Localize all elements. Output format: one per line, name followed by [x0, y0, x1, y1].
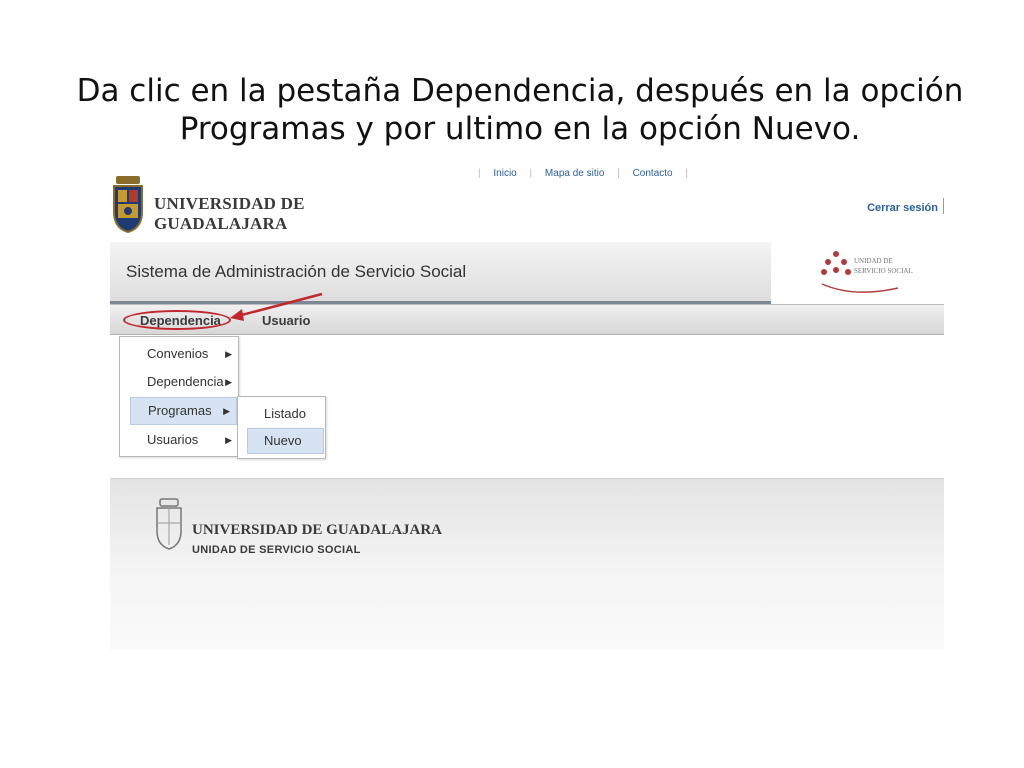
unit-logo: UNIDAD DE SERVICIO SOCIAL — [810, 242, 944, 304]
chevron-right-icon: ▶ — [225, 435, 232, 445]
logout-link[interactable]: Cerrar sesión — [867, 202, 938, 214]
app-screenshot: | Inicio | Mapa de sitio | Contacto | UN… — [110, 168, 944, 650]
slide-instruction: Da clic en la pestaña Dependencia, despu… — [76, 73, 964, 147]
chevron-right-icon: ▶ — [225, 377, 232, 387]
university-logo: UNIVERSIDAD DE GUADALAJARA — [110, 170, 350, 236]
dependencia-dropdown: Convenios ▶ Dependencia ▶ Programas ▶ Us… — [119, 336, 239, 457]
university-name: UNIVERSIDAD DE GUADALAJARA — [154, 194, 305, 233]
footer-unit-name: UNIDAD DE SERVICIO SOCIAL — [192, 544, 361, 556]
menu-item-dependencia[interactable]: Dependencia ▶ — [120, 368, 238, 396]
chevron-right-icon: ▶ — [223, 406, 230, 416]
top-links: | Inicio | Mapa de sitio | Contacto | — [478, 168, 688, 179]
programas-submenu: Listado Nuevo — [237, 396, 326, 459]
logout-divider — [943, 198, 944, 214]
system-title: Sistema de Administración de Servicio So… — [126, 262, 467, 281]
menu-item-convenios[interactable]: Convenios ▶ — [120, 340, 238, 368]
top-link-mapa[interactable]: Mapa de sitio — [545, 168, 604, 179]
menu-item-usuarios[interactable]: Usuarios ▶ — [120, 426, 238, 454]
chevron-right-icon: ▶ — [225, 349, 232, 359]
university-crest-icon — [156, 498, 182, 550]
top-link-contacto[interactable]: Contacto — [633, 168, 673, 179]
page-footer: UNIVERSIDAD DE GUADALAJARA UNIDAD DE SER… — [110, 478, 944, 650]
highlight-circle — [123, 310, 231, 330]
university-crest-icon — [113, 176, 143, 234]
menu-item-programas[interactable]: Programas ▶ — [130, 397, 237, 425]
submenu-item-nuevo[interactable]: Nuevo — [247, 428, 324, 454]
submenu-item-listado[interactable]: Listado — [238, 401, 325, 427]
top-link-inicio[interactable]: Inicio — [493, 168, 516, 179]
unit-logo-text: UNIDAD DE SERVICIO SOCIAL — [854, 257, 913, 275]
pointer-arrow-icon — [230, 292, 323, 321]
system-banner: Sistema de Administración de Servicio So… — [110, 242, 771, 304]
footer-university-name: UNIVERSIDAD DE GUADALAJARA — [192, 522, 443, 538]
